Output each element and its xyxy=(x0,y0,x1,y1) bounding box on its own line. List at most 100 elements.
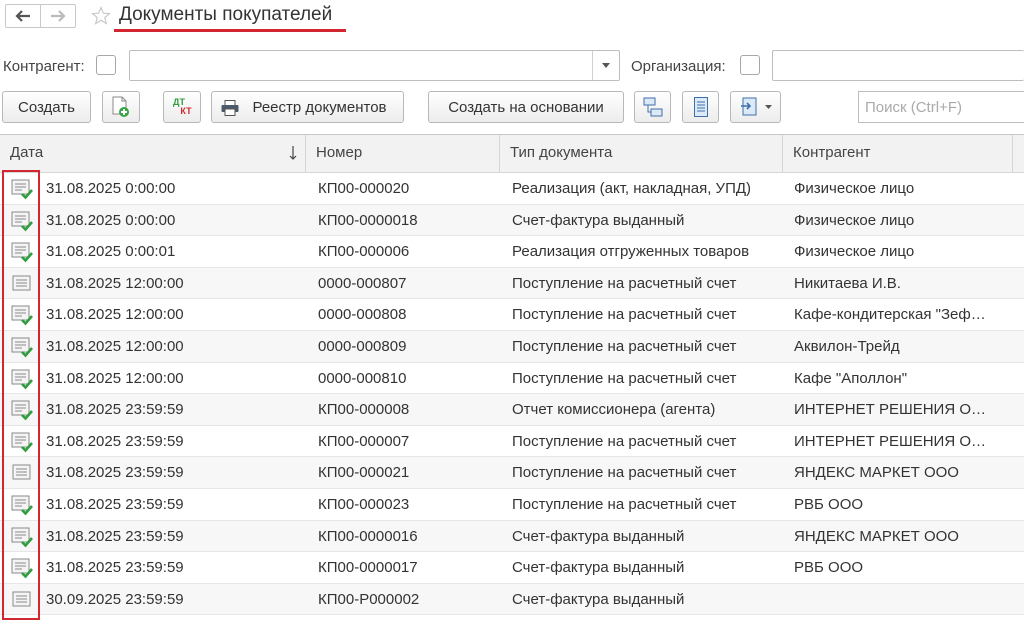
dt-kt-postings-button[interactable]: ДТ КТ xyxy=(163,91,201,123)
cell-counterparty: РВБ ООО xyxy=(794,559,864,577)
cell-counterparty: Аквилон-Трейд xyxy=(794,337,900,355)
draft-document-icon xyxy=(10,272,34,296)
cell-number: 0000-000808 xyxy=(318,306,407,324)
cell-document-type: Счет-фактура выданный xyxy=(512,527,685,545)
draft-document-icon xyxy=(10,461,34,485)
cell-date: 31.08.2025 23:59:59 xyxy=(46,401,184,419)
hierarchy-icon xyxy=(643,97,662,117)
cell-counterparty: Кафе "Аполлон" xyxy=(794,369,908,387)
copy-document-button[interactable] xyxy=(102,91,140,123)
cell-counterparty xyxy=(794,584,1000,615)
posted-document-icon xyxy=(10,303,34,327)
cell-number: КП00-000007 xyxy=(318,432,410,450)
arrow-right-icon xyxy=(51,10,66,22)
cell-counterparty: ИНТЕРНЕТ РЕШЕНИЯ О… xyxy=(794,401,986,419)
arrow-left-icon xyxy=(15,10,30,22)
counterparty-filter-input[interactable] xyxy=(129,50,620,81)
forward-button[interactable] xyxy=(40,5,75,27)
cell-number: 0000-000807 xyxy=(318,274,407,292)
posted-document-icon xyxy=(10,430,34,454)
table-row[interactable]: 31.08.2025 23:59:59 КП00-000007 Поступлени… xyxy=(0,426,1024,458)
cell-counterparty: Физическое лицо xyxy=(794,243,915,261)
favorite-star-icon[interactable] xyxy=(91,6,111,26)
table-row[interactable]: 31.08.2025 0:00:00 КП00-0000018 Счет-факту… xyxy=(0,204,1024,237)
structure-button[interactable] xyxy=(634,91,671,123)
send-menu-button[interactable] xyxy=(730,91,781,123)
cell-number: КП00-Р000002 xyxy=(318,590,420,608)
counterparty-filter-label: Контрагент: xyxy=(3,58,85,75)
cell-date: 31.08.2025 12:00:00 xyxy=(46,337,184,355)
organization-filter-input[interactable] xyxy=(772,50,1024,81)
column-header-date[interactable]: Дата xyxy=(0,135,306,173)
cell-document-type: Поступление на расчетный счет xyxy=(512,274,737,292)
search-input[interactable]: Поиск (Ctrl+F) xyxy=(858,91,1024,123)
title-underline xyxy=(114,29,346,32)
cell-date: 31.08.2025 0:00:00 xyxy=(46,211,176,229)
create-based-on-button[interactable]: Создать на основании xyxy=(428,91,624,123)
table-row[interactable]: 31.08.2025 23:59:59 КП00-000008 Отчет коми… xyxy=(0,394,1024,426)
cell-number: КП00-000023 xyxy=(318,495,410,513)
cell-date: 31.08.2025 23:59:59 xyxy=(46,527,184,545)
back-button[interactable] xyxy=(6,5,40,27)
posted-document-icon xyxy=(10,240,34,264)
list-settings-button[interactable] xyxy=(682,91,719,123)
cell-document-type: Реализация (акт, накладная, УПД) xyxy=(512,180,752,197)
cell-document-type: Поступление на расчетный счет xyxy=(512,432,737,450)
organization-filter-checkbox[interactable] xyxy=(740,55,760,75)
posted-document-icon xyxy=(10,177,34,201)
create-button[interactable]: Создать xyxy=(2,91,91,123)
cell-document-type: Поступление на расчетный счет xyxy=(512,337,737,355)
cell-date: 31.08.2025 23:59:59 xyxy=(46,464,184,482)
new-document-icon xyxy=(112,96,129,117)
counterparty-filter-checkbox[interactable] xyxy=(96,55,116,75)
chevron-down-icon xyxy=(602,63,610,68)
table-row[interactable]: 31.08.2025 23:59:59 КП00-000023 Поступлени… xyxy=(0,489,1024,521)
table-row[interactable]: 31.08.2025 12:00:00 0000-000809 Поступлени… xyxy=(0,330,1024,363)
table-row[interactable]: 31.08.2025 23:59:59 КП00-000021 Поступлени… xyxy=(0,457,1024,489)
navigation-buttons xyxy=(5,4,76,28)
cell-date: 31.08.2025 23:59:59 xyxy=(46,432,184,450)
cell-date: 31.08.2025 23:59:59 xyxy=(46,495,184,513)
cell-date: 31.08.2025 12:00:00 xyxy=(46,274,184,292)
table-header: Дата Номер Тип документа Контрагент xyxy=(0,135,1024,173)
draft-document-icon xyxy=(10,588,34,612)
cell-counterparty: Физическое лицо xyxy=(794,211,915,229)
cell-number: КП00-000006 xyxy=(318,243,410,261)
counterparty-dropdown-button[interactable] xyxy=(592,51,619,80)
documents-table: Дата Номер Тип документа Контрагент 31.0… xyxy=(0,134,1024,622)
cell-number: КП00-0000018 xyxy=(318,211,418,229)
cell-number: КП00-0000017 xyxy=(318,559,418,577)
posted-document-icon xyxy=(10,367,34,391)
cell-document-type: Счет-фактура выданный xyxy=(512,211,685,229)
column-header-number[interactable]: Номер xyxy=(306,135,500,173)
posted-document-icon xyxy=(10,335,34,359)
posted-document-icon xyxy=(10,525,34,549)
cell-date: 31.08.2025 12:00:00 xyxy=(46,306,184,324)
posted-document-icon xyxy=(10,556,34,580)
column-header-document-type[interactable]: Тип документа xyxy=(500,135,783,173)
sort-descending-icon xyxy=(289,146,297,160)
column-header-date-label: Дата xyxy=(10,144,44,161)
table-row[interactable]: 31.08.2025 12:00:00 0000-000807 Поступлени… xyxy=(0,267,1024,300)
organization-filter-label: Организация: xyxy=(631,58,726,75)
table-row[interactable]: 31.08.2025 23:59:59 КП00-0000016 Счет-факт… xyxy=(0,520,1024,553)
column-header-counterparty[interactable]: Контрагент xyxy=(783,135,1013,173)
posted-document-icon xyxy=(10,398,34,422)
cell-date: 31.08.2025 12:00:00 xyxy=(46,369,184,387)
table-row[interactable]: 31.08.2025 0:00:01 КП00-000006 Реализация … xyxy=(0,236,1024,268)
cell-number: КП00-000020 xyxy=(318,180,410,197)
table-row[interactable]: 31.08.2025 23:59:59 КП00-0000017 Счет-факт… xyxy=(0,552,1024,584)
table-row[interactable]: 31.08.2025 12:00:00 0000-000808 Поступлени… xyxy=(0,299,1024,331)
document-registry-button[interactable]: Реестр документов xyxy=(211,91,404,123)
posted-document-icon xyxy=(10,209,34,233)
document-registry-label: Реестр документов xyxy=(252,98,387,116)
chevron-down-icon xyxy=(764,105,772,109)
table-row[interactable]: 31.08.2025 12:00:00 0000-000810 Поступлени… xyxy=(0,363,1024,395)
cell-date: 31.08.2025 0:00:01 xyxy=(46,243,176,261)
cell-counterparty: Физическое лицо xyxy=(794,180,915,197)
cell-counterparty: Кафе-кондитерская "Зеф… xyxy=(794,306,986,324)
table-row[interactable]: 30.09.2025 23:59:59 КП00-Р000002 Счет-факт… xyxy=(0,583,1024,616)
table-row[interactable]: 31.08.2025 0:00:00 КП00-000020 Реализация … xyxy=(0,173,1024,205)
cell-number: КП00-000008 xyxy=(318,401,410,419)
cell-document-type: Поступление на расчетный счет xyxy=(512,369,737,387)
